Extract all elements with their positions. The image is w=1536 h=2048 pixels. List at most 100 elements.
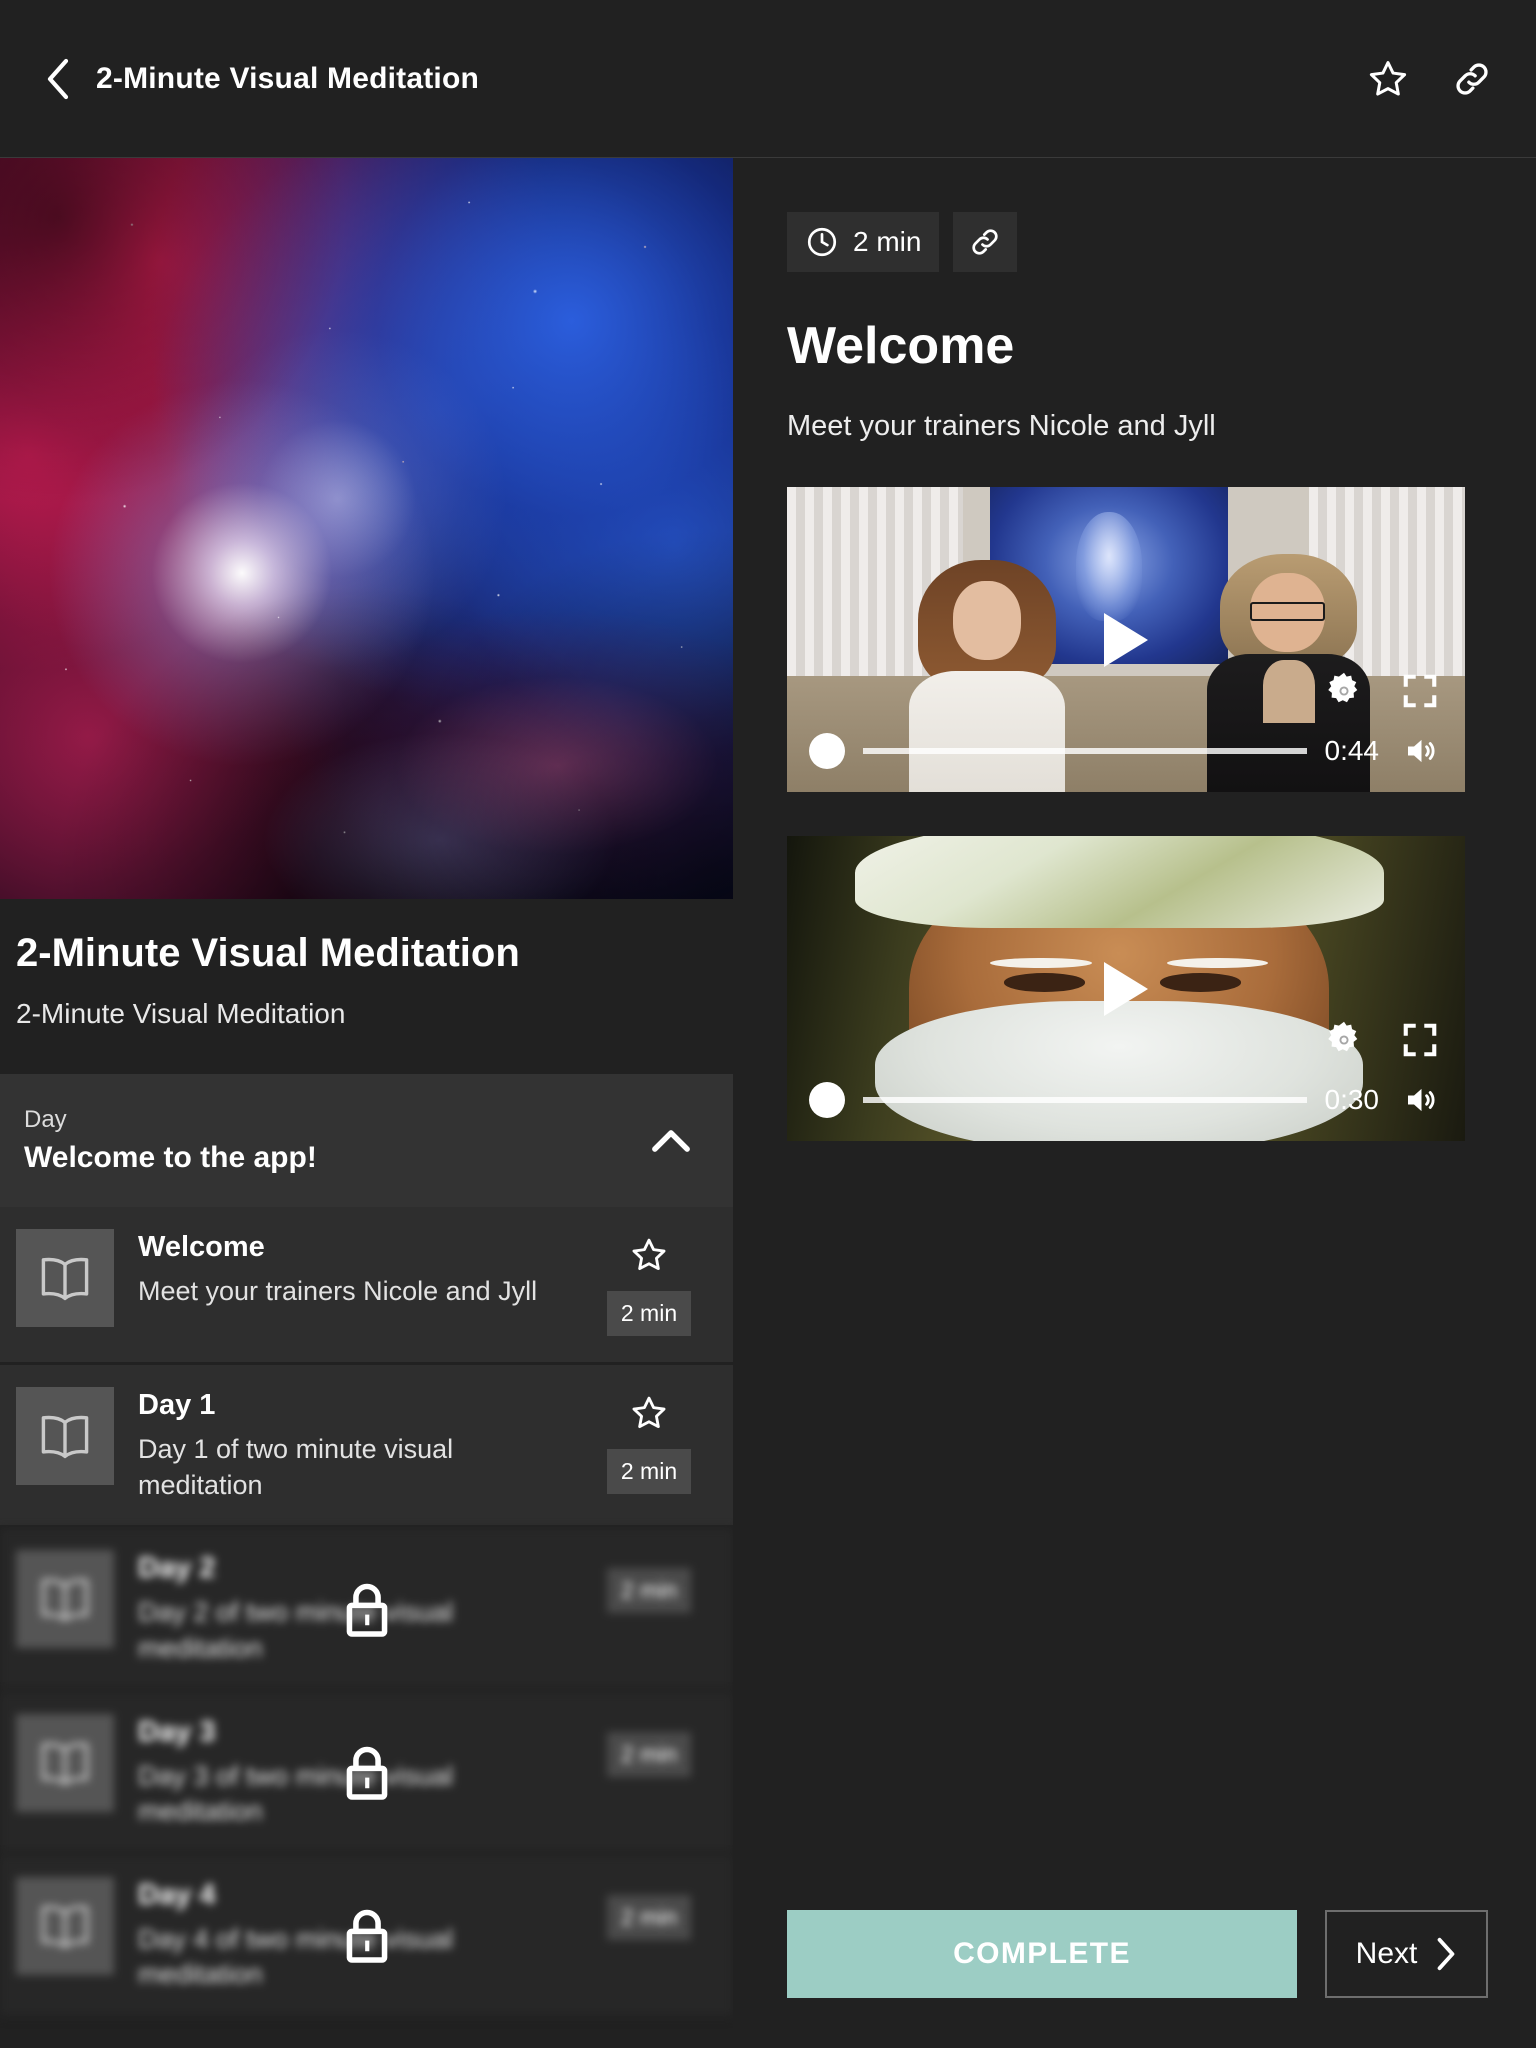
lesson-text: Day 4 Day 4 of two minute visual meditat…	[132, 1877, 569, 1993]
lesson-subtitle: Day 3 of two minute visual meditation	[138, 1760, 454, 1827]
app-header: 2-Minute Visual Meditation	[0, 0, 1536, 158]
lesson-thumbnail	[16, 1550, 114, 1649]
lesson-thumbnail	[16, 1387, 114, 1485]
volume-icon	[1408, 1088, 1435, 1112]
progress-knob[interactable]	[809, 1082, 845, 1118]
eye-right	[1159, 973, 1242, 992]
fullscreen-button[interactable]	[1397, 1017, 1443, 1063]
progress-track[interactable]	[863, 1097, 1307, 1103]
module-accordion-text: Day Welcome to the app!	[24, 1106, 643, 1175]
lesson-subtitle: Day 1 of two minute visual meditation	[138, 1434, 454, 1500]
progress-track[interactable]	[863, 748, 1307, 754]
list-item: Day 4 Day 4 of two minute visual meditat…	[0, 1854, 733, 2018]
favorite-button[interactable]	[1360, 51, 1416, 107]
share-link-button[interactable]	[1444, 51, 1500, 107]
lesson-meta: 2 min	[587, 1229, 711, 1336]
chevron-left-icon	[47, 58, 69, 99]
video-1-top-controls	[1321, 668, 1443, 714]
progress-knob[interactable]	[809, 733, 845, 769]
lesson-duration-badge: 2 min	[606, 1449, 692, 1494]
lesson-meta: 2 min	[587, 1877, 711, 1940]
play-icon[interactable]	[1104, 961, 1148, 1016]
fullscreen-icon	[1403, 1023, 1437, 1057]
clock-icon	[807, 227, 837, 257]
lesson-subtitle: Day 2 of two minute visual meditation	[138, 1597, 454, 1663]
locked-list-item-wrapper: Day 2 Day 2 of two minute visual meditat…	[0, 1528, 733, 1692]
list-item[interactable]: Day 1 Day 1 of two minute visual meditat…	[0, 1365, 733, 1529]
detail-footer: COMPLETE Next	[787, 1910, 1488, 2048]
lesson-duration-badge: 2 min	[606, 1894, 692, 1940]
volume-button[interactable]	[1397, 728, 1443, 774]
jyll-glasses	[1249, 601, 1325, 621]
module-title: Welcome to the app!	[24, 1141, 317, 1174]
lesson-title: Welcome	[138, 1231, 265, 1263]
page-body: 2-Minute Visual Meditation 2-Minute Visu…	[0, 158, 1536, 2048]
fullscreen-icon	[1403, 674, 1437, 708]
fullscreen-button[interactable]	[1397, 668, 1443, 714]
lock-icon	[346, 1910, 387, 1964]
lesson-title: Day 3	[138, 1715, 216, 1748]
course-sidebar: 2-Minute Visual Meditation 2-Minute Visu…	[0, 158, 733, 2048]
lesson-thumbnail	[16, 1713, 114, 1812]
video-1-bottom-controls: 0:44	[809, 728, 1443, 774]
lesson-text: Day 1 Day 1 of two minute visual meditat…	[132, 1387, 569, 1503]
lesson-text: Day 2 Day 2 of two minute visual meditat…	[132, 1550, 569, 1666]
list-item: Day 3 Day 3 of two minute visual meditat…	[0, 1691, 733, 1855]
locked-list-item-wrapper: Day 4 Day 4 of two minute visual meditat…	[0, 1854, 733, 2018]
lock-icon	[346, 1746, 387, 1800]
video-2-top-controls	[1321, 1017, 1443, 1063]
play-icon[interactable]	[1104, 612, 1148, 667]
header-actions	[1360, 51, 1500, 107]
open-book-icon	[41, 1905, 89, 1948]
lesson-list: Welcome Meet your trainers Nicole and Jy…	[0, 1207, 733, 2018]
lesson-text: Day 3 Day 3 of two minute visual meditat…	[132, 1714, 569, 1830]
module-eyebrow: Day	[24, 1106, 67, 1133]
volume-button[interactable]	[1397, 1077, 1443, 1123]
gear-icon	[1328, 672, 1358, 703]
gear-icon	[1328, 1021, 1358, 1052]
lesson-lock-overlay	[0, 1855, 733, 2018]
lesson-subtitle: Day 4 of two minute visual meditation	[138, 1923, 454, 1990]
page-title: 2-Minute Visual Meditation	[96, 61, 480, 95]
lesson-duration-badge: 2 min	[606, 1291, 692, 1336]
course-title: 2-Minute Visual Meditation	[16, 931, 520, 975]
lesson-duration-badge: 2 min	[606, 1568, 692, 1614]
lesson-meta: 2 min	[587, 1387, 711, 1494]
lesson-favorite-button[interactable]	[627, 1233, 671, 1277]
open-book-icon	[41, 1415, 89, 1459]
video-2-bottom-controls: 0:30	[809, 1077, 1443, 1123]
locked-list-item-wrapper: Day 3 Day 3 of two minute visual meditat…	[0, 1691, 733, 1855]
video-player-1[interactable]: 0:44	[787, 487, 1465, 792]
complete-button[interactable]: COMPLETE	[787, 1910, 1297, 1998]
module-accordion-header[interactable]: Day Welcome to the app!	[0, 1074, 733, 1207]
lesson-chip-row: 2 min	[787, 212, 1488, 272]
nebula-vignette	[0, 158, 733, 899]
lesson-lock-overlay	[0, 1528, 733, 1691]
star-outline-icon	[1369, 60, 1407, 96]
list-item: Day 2 Day 2 of two minute visual meditat…	[0, 1528, 733, 1692]
list-item[interactable]: Welcome Meet your trainers Nicole and Jy…	[0, 1207, 733, 1365]
lesson-title: Day 1	[138, 1389, 216, 1421]
duration-chip: 2 min	[787, 212, 940, 272]
course-subtitle: 2-Minute Visual Meditation	[16, 998, 346, 1029]
settings-button[interactable]	[1321, 1017, 1367, 1063]
eye-left	[1003, 973, 1086, 992]
module-toggle-button[interactable]	[643, 1113, 699, 1169]
back-button[interactable]	[30, 52, 84, 106]
lesson-lock-overlay	[0, 1692, 733, 1855]
star-outline-icon	[632, 1396, 666, 1429]
settings-button[interactable]	[1321, 668, 1367, 714]
lesson-subtitle: Meet your trainers Nicole and Jyll	[138, 1276, 538, 1306]
duration-chip-label: 2 min	[853, 226, 922, 257]
lesson-favorite-button[interactable]	[627, 1391, 671, 1435]
next-button[interactable]: Next	[1325, 1910, 1488, 1998]
lesson-detail-panel: 2 min Welcome Meet your trainers Nicole …	[733, 158, 1536, 2048]
video-time: 0:44	[1324, 735, 1380, 766]
open-book-icon	[41, 1742, 89, 1785]
next-button-label: Next	[1355, 1937, 1418, 1970]
lesson-thumbnail	[16, 1876, 114, 1975]
lesson-title: Day 4	[138, 1878, 216, 1911]
lesson-share-button[interactable]	[953, 212, 1018, 272]
video-player-2[interactable]: 0:30	[787, 836, 1465, 1141]
lesson-meta: 2 min	[587, 1714, 711, 1777]
